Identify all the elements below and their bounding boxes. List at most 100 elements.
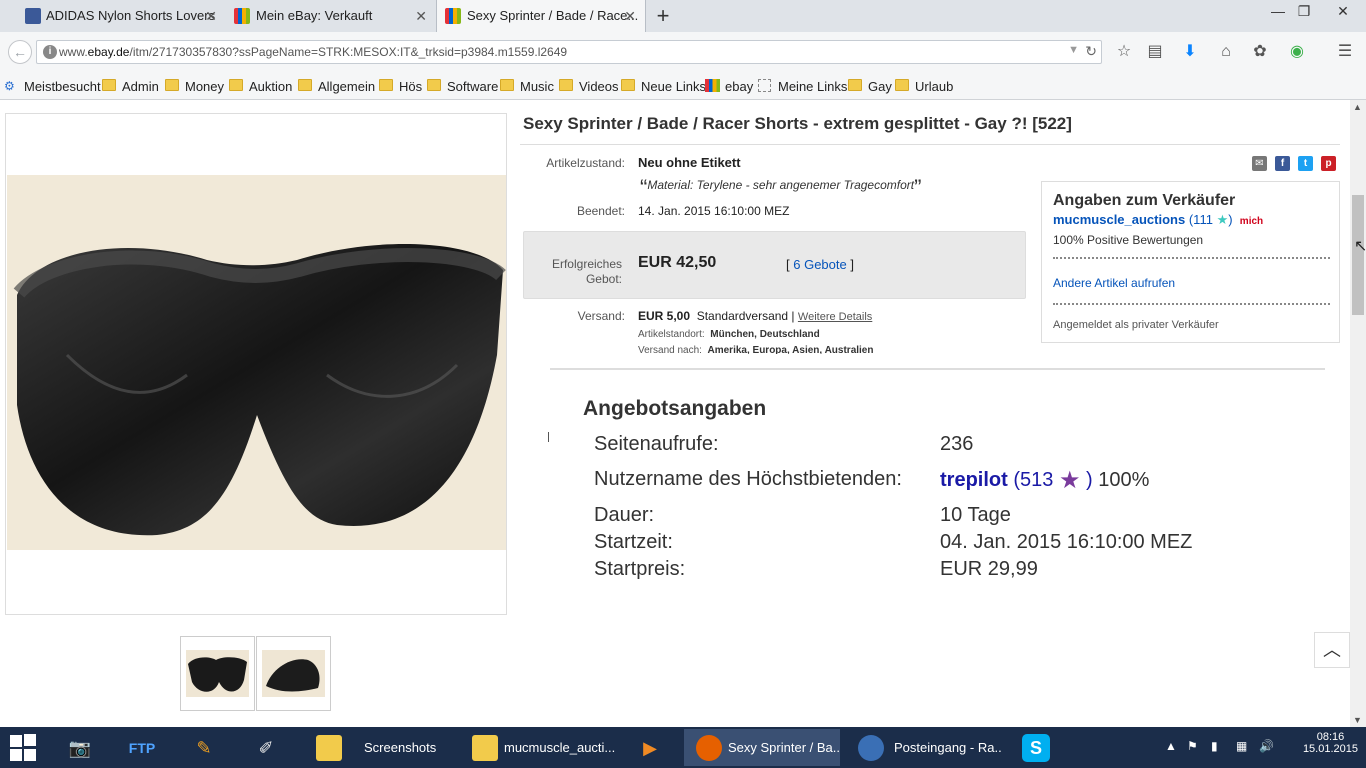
extension-icon[interactable]: ◉ <box>1287 40 1307 64</box>
close-window-button[interactable]: ✕ <box>1320 0 1366 24</box>
winning-price: EUR 42,50 <box>638 254 717 271</box>
folder-icon <box>848 79 862 91</box>
home-icon[interactable]: ⌂ <box>1216 40 1236 64</box>
folder-icon <box>298 79 312 91</box>
bookmarks-bar: ⚙ Meistbesucht Admin Money Auktion Allgem… <box>0 72 1366 100</box>
bookmark-admin[interactable]: Admin <box>102 79 159 94</box>
bid-history-link[interactable]: 6 Gebote <box>793 257 847 272</box>
bookmark-urlaub[interactable]: Urlaub <box>895 79 953 94</box>
bookmark-meine-links[interactable]: Meine Links <box>758 79 847 94</box>
start-time-value: 04. Jan. 2015 16:10:00 MEZ <box>940 531 1193 553</box>
main-image-frame[interactable] <box>5 113 507 615</box>
close-icon[interactable]: ✕ <box>624 0 636 32</box>
bookmark-gay[interactable]: Gay <box>848 79 892 94</box>
folder-icon <box>165 79 179 91</box>
twitter-share-icon[interactable]: t <box>1298 156 1313 171</box>
bidder-name-link[interactable]: trepilot <box>940 469 1008 491</box>
url-text[interactable]: www.ebay.de/itm/271730357830?ssPageName=… <box>59 45 567 59</box>
condition-value: Neu ohne Etikett <box>638 155 741 170</box>
taskbar-firefox[interactable]: Sexy Sprinter / Ba... <box>684 729 840 766</box>
bookmark-music[interactable]: Music <box>500 79 554 94</box>
facebook-icon <box>25 8 41 24</box>
shipping-details-link[interactable]: Weitere Details <box>798 311 872 323</box>
dropdown-icon[interactable]: ▼ <box>1068 44 1079 56</box>
scroll-down-icon[interactable]: ▼ <box>1353 715 1362 725</box>
download-icon[interactable]: ⬇ <box>1180 40 1200 64</box>
back-button[interactable]: ← <box>8 40 32 64</box>
tab-label: Sexy Sprinter / Bade / Race... <box>467 8 639 23</box>
close-icon[interactable]: ✕ <box>415 0 427 32</box>
folder-icon <box>500 79 514 91</box>
bookmark-money[interactable]: Money <box>165 79 224 94</box>
thumbnail-1[interactable] <box>180 636 255 711</box>
bookmark-meistbesucht[interactable]: ⚙ Meistbesucht <box>4 79 101 94</box>
bookmark-software[interactable]: Software <box>427 79 498 94</box>
ebay-icon <box>234 8 250 24</box>
tab-adidas[interactable]: ADIDAS Nylon Shorts Lovers ✕ <box>0 0 226 32</box>
clock[interactable]: 08:16 15.01.2015 <box>1303 731 1358 755</box>
skype-icon[interactable]: S <box>1012 731 1060 765</box>
new-tab-button[interactable]: + <box>652 2 674 30</box>
scroll-up-icon[interactable]: ▲ <box>1353 102 1362 112</box>
bookmark-allgemein[interactable]: Allgemein <box>298 79 375 94</box>
ftp-app-icon[interactable]: FTP <box>118 731 166 765</box>
divider <box>1053 303 1330 305</box>
seller-heading: Angaben zum Verkäufer <box>1053 192 1236 209</box>
page-scrollbar[interactable]: ▲ ▼ <box>1350 100 1366 727</box>
flag-icon[interactable]: ⚑ <box>1187 739 1198 753</box>
close-icon[interactable]: ✕ <box>205 0 217 32</box>
seller-name-link[interactable]: mucmuscle_auctions <box>1053 212 1185 227</box>
media-player-icon[interactable]: ▶ <box>626 731 674 765</box>
bookmark-hoes[interactable]: Hös <box>379 79 422 94</box>
pinterest-share-icon[interactable]: p <box>1321 156 1336 171</box>
battery-icon[interactable]: ▮ <box>1211 739 1218 753</box>
item-title: Sexy Sprinter / Bade / Racer Shorts - ex… <box>523 114 1072 133</box>
network-icon[interactable]: ▦ <box>1236 739 1247 753</box>
ships-to-info: Versand nach: Amerika, Europa, Asien, Au… <box>638 345 874 354</box>
tab-sexy-sprinter[interactable]: Sexy Sprinter / Bade / Race... ✕ <box>436 0 646 32</box>
volume-icon[interactable]: 🔊 <box>1259 739 1274 753</box>
notes-app-icon[interactable]: ✐ <box>242 731 290 765</box>
other-items-link[interactable]: Andere Artikel aufrufen <box>1053 276 1175 290</box>
shipping-label: Versand: <box>577 309 625 323</box>
divider <box>1053 257 1330 259</box>
thumbnail-2[interactable] <box>256 636 331 711</box>
tray-chevron-icon[interactable]: ▲ <box>1165 739 1177 753</box>
bookmark-auktion[interactable]: Auktion <box>229 79 292 94</box>
folder-icon <box>559 79 573 91</box>
taskbar: 📷 FTP ✎ ✐ Screenshots mucmuscle_aucti...… <box>0 727 1366 768</box>
private-seller-note: Angemeldet als privater Verkäufer <box>1053 319 1219 331</box>
mouse-cursor-icon: ↖ <box>1354 238 1366 255</box>
reload-icon[interactable]: ↻ <box>1085 43 1097 60</box>
star-icon[interactable]: ☆ <box>1114 40 1134 64</box>
back-to-top-button[interactable]: ︿ <box>1314 632 1350 668</box>
taskbar-mucmuscle[interactable]: mucmuscle_aucti... <box>460 729 620 766</box>
text-cursor <box>548 432 549 442</box>
folder-icon <box>229 79 243 91</box>
menu-icon[interactable]: ☰ <box>1335 40 1355 64</box>
taskbar-thunderbird[interactable]: Posteingang - Ra... <box>846 729 1002 766</box>
addon-icon[interactable]: ✿ <box>1250 40 1270 64</box>
gear-icon: ⚙ <box>4 79 15 93</box>
taskbar-screenshots[interactable]: Screenshots <box>304 729 454 766</box>
folder-icon <box>427 79 441 91</box>
editor-app-icon[interactable]: ✎ <box>180 731 228 765</box>
views-label: Seitenaufrufe: <box>594 433 719 455</box>
thumbnail-photo <box>186 650 249 697</box>
bookmark-ebay[interactable]: ebay <box>705 79 753 94</box>
info-icon[interactable]: i <box>43 45 57 59</box>
bookmark-videos[interactable]: Videos <box>559 79 619 94</box>
bookmark-neue-links[interactable]: Neue Links <box>621 79 706 94</box>
start-button[interactable] <box>10 734 38 762</box>
product-photo[interactable] <box>7 175 506 550</box>
facebook-share-icon[interactable]: f <box>1275 156 1290 171</box>
folder-icon <box>895 79 909 91</box>
restore-button[interactable]: ❐ <box>1288 0 1320 24</box>
tab-mein-ebay[interactable]: Mein eBay: Verkauft ✕ <box>226 0 436 32</box>
email-share-icon[interactable]: ✉ <box>1252 156 1267 171</box>
url-bar[interactable]: i www.ebay.de/itm/271730357830?ssPageNam… <box>36 40 1102 64</box>
seller-feedback-count[interactable]: (111 <box>1189 212 1213 227</box>
reading-list-icon[interactable]: ▤ <box>1145 40 1165 64</box>
camera-app-icon[interactable]: 📷 <box>56 731 104 765</box>
ebay-icon <box>705 79 720 92</box>
